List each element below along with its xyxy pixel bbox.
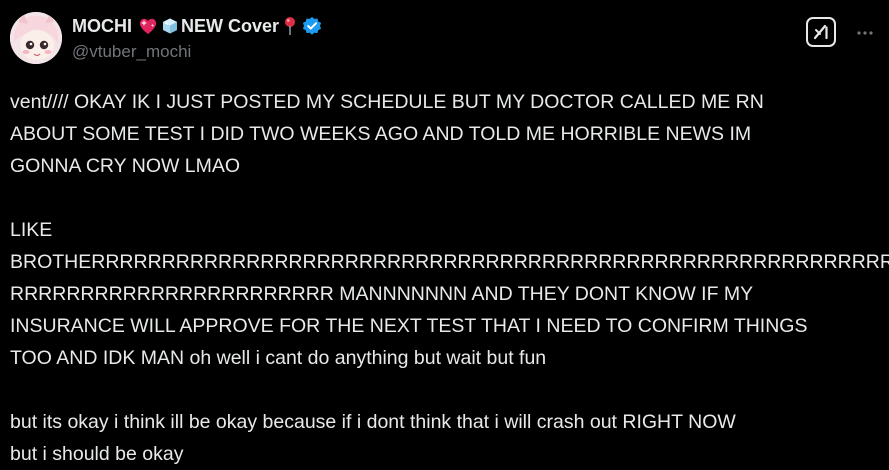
author-name[interactable]: MOCHI	[72, 16, 132, 37]
avatar-image	[10, 12, 62, 64]
tweet-line: but i should be okay	[10, 443, 184, 465]
tweet-line: RRRRRRRRRRRRRRRRRRRRRRR MANNNNNNN AND TH…	[10, 283, 754, 305]
tweet-line-blank	[10, 374, 880, 406]
avatar[interactable]	[10, 12, 62, 64]
tweet-line: ABOUT SOME TEST I DID TWO WEEKS AGO AND …	[10, 123, 752, 145]
grok-button[interactable]	[806, 17, 836, 47]
sparkling-heart-icon	[138, 16, 158, 36]
author-name-suffix[interactable]: NEW Cover	[181, 16, 279, 37]
ice-cube-icon	[160, 16, 180, 36]
tweet-line: INSURANCE WILL APPROVE FOR THE NEXT TEST…	[10, 315, 808, 337]
tweet-line: TOO AND IDK MAN oh well i cant do anythi…	[10, 347, 547, 369]
author-handle[interactable]: @vtuber_mochi	[72, 42, 322, 62]
tweet-line: vent//// OKAY IK I JUST POSTED MY SCHEDU…	[10, 91, 764, 113]
more-icon	[857, 31, 873, 35]
more-button[interactable]	[852, 20, 878, 46]
tweet-line: LIKE	[10, 219, 53, 241]
tweet-line: GONNA CRY NOW LMAO	[10, 155, 241, 177]
tweet-text: vent//// OKAY IK I JUST POSTED MY SCHEDU…	[10, 86, 889, 470]
tweet-line: BROTHERRRRRRRRRRRRRRRRRRRRRRRRRRRRRRRRRR…	[10, 251, 889, 273]
grok-icon	[813, 24, 828, 40]
round-pushpin-icon	[282, 16, 298, 36]
verified-badge-icon[interactable]	[302, 16, 322, 36]
author-name-row[interactable]: MOCHI NEW Cover	[72, 14, 322, 38]
tweet-line-blank	[10, 182, 880, 214]
tweet-header: MOCHI NEW Cover @vtuber_mochi	[72, 14, 322, 62]
tweet-line: but its okay i think ill be okay because…	[10, 411, 736, 433]
